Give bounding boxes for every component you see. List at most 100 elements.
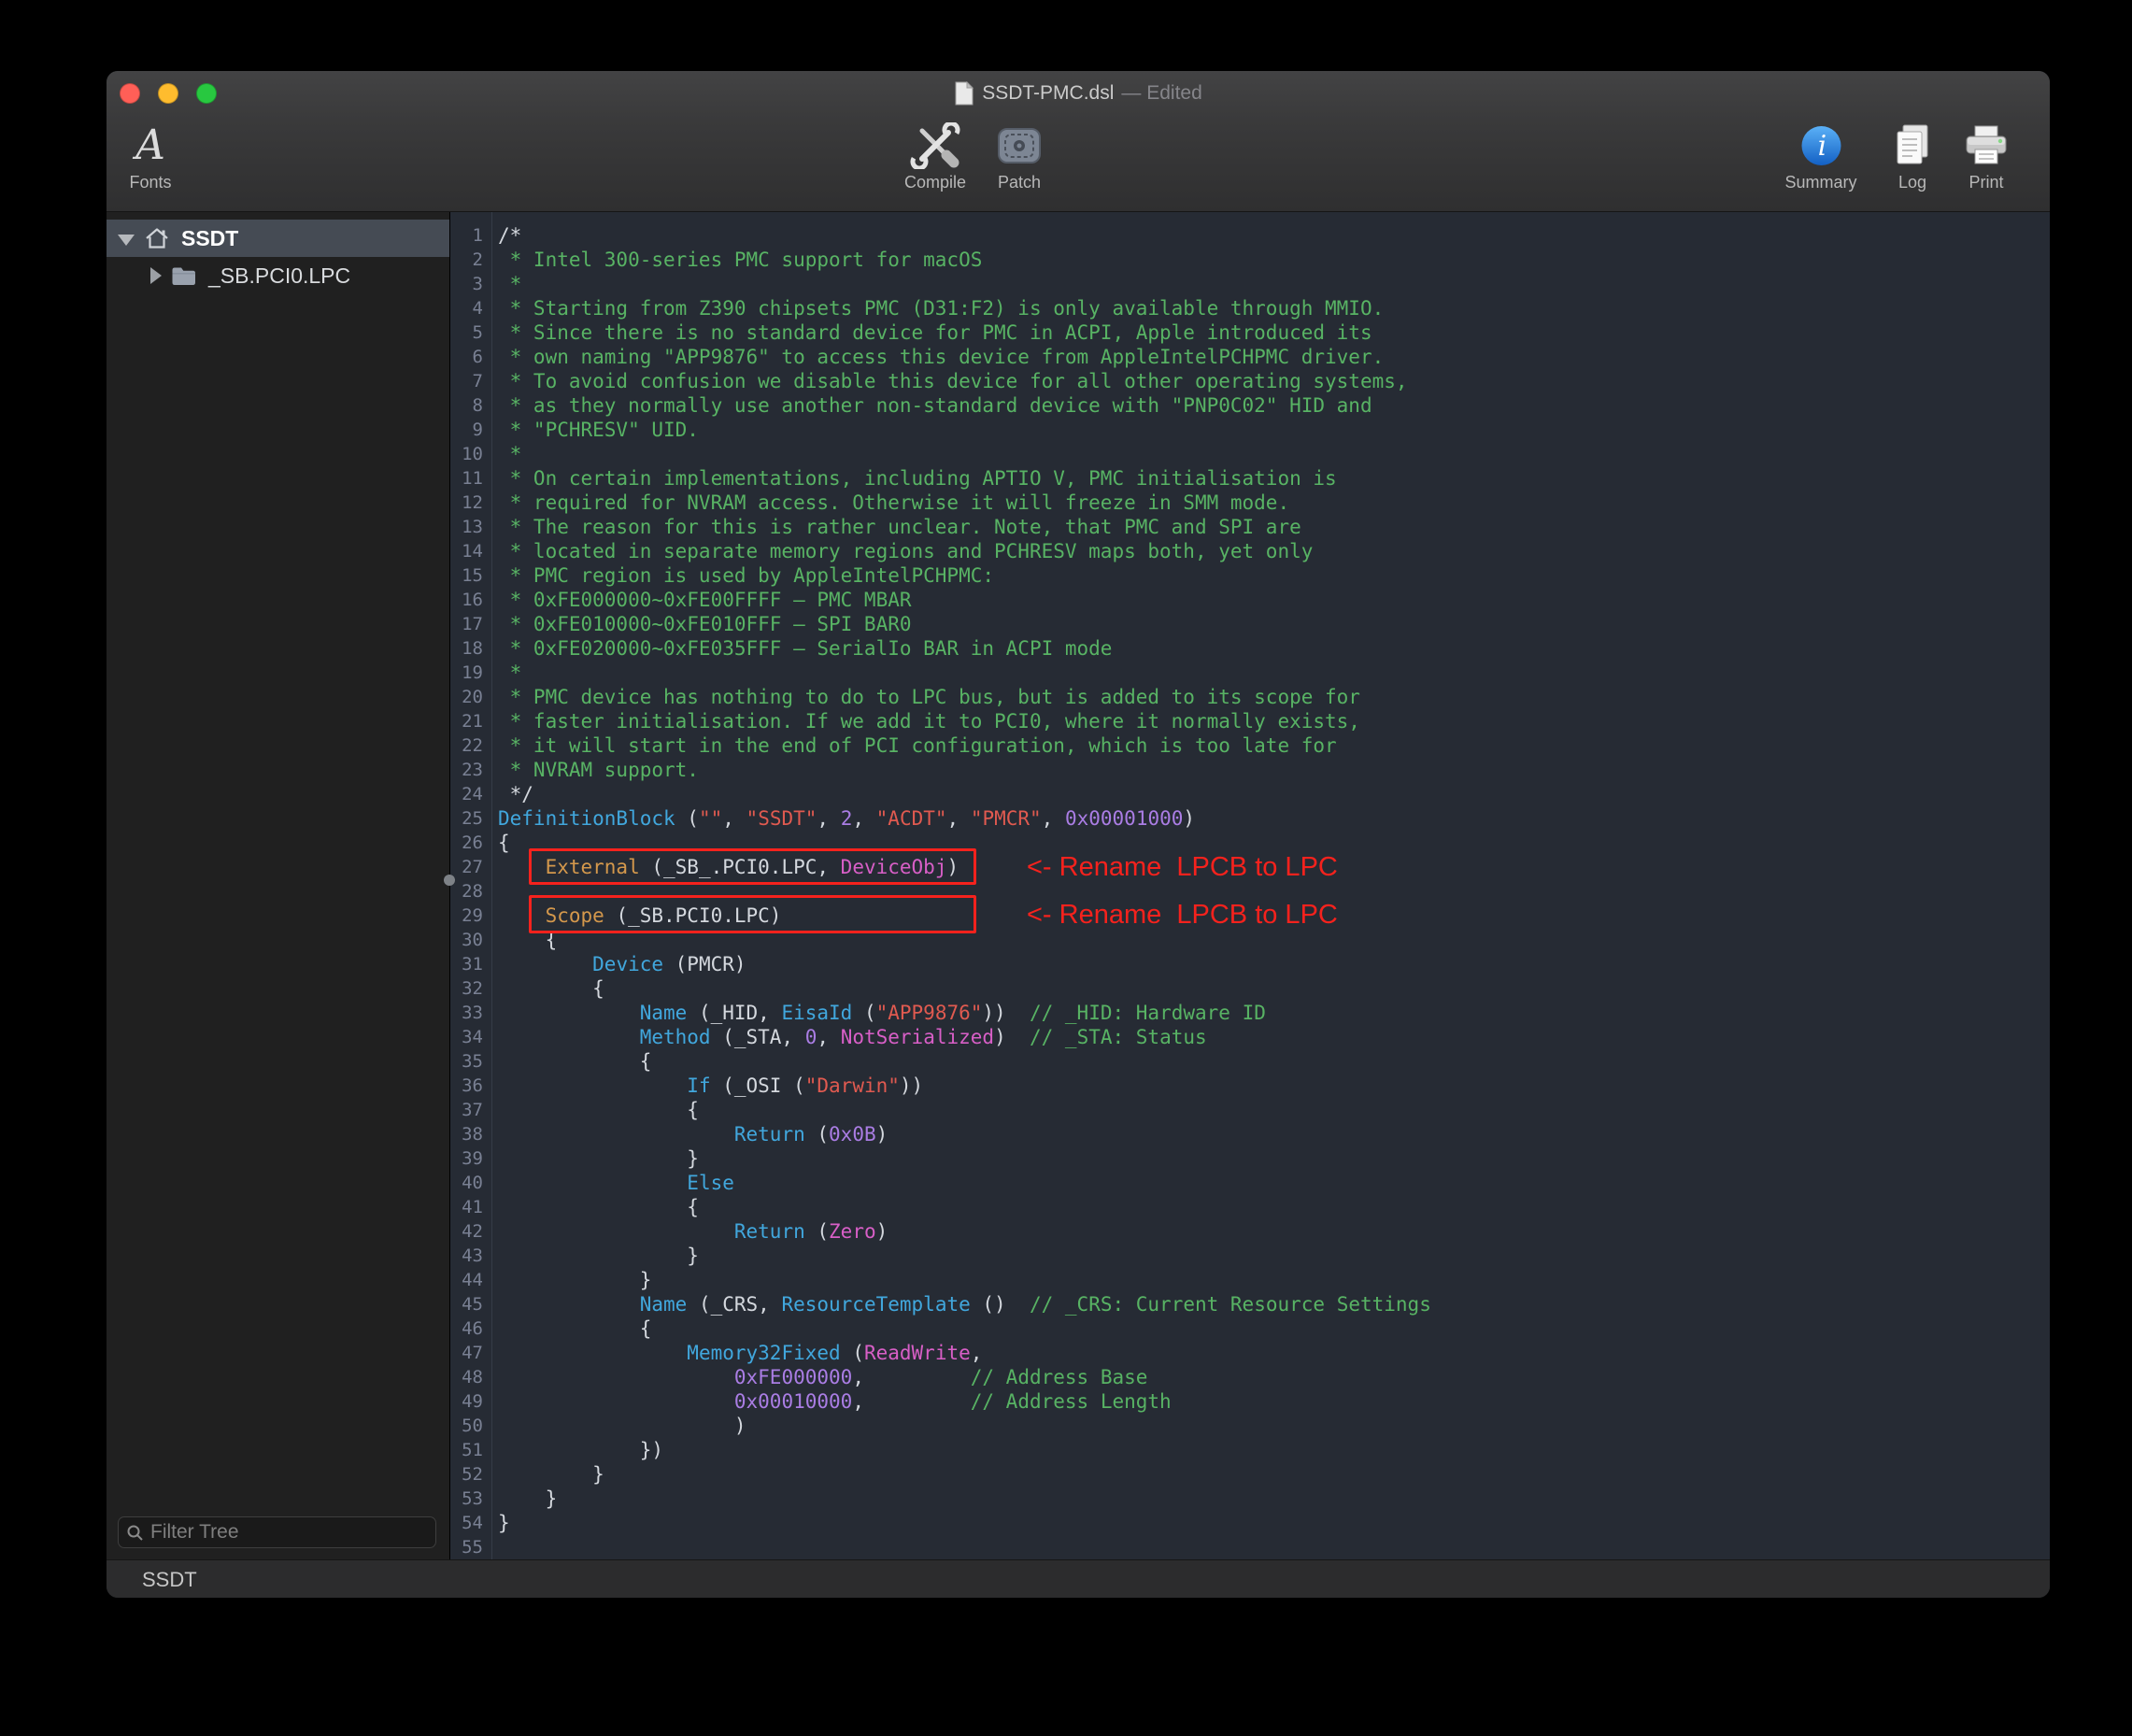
code-text: {: [491, 1098, 699, 1122]
sidebar-tree: SSDT_SB.PCI0.LPC: [107, 212, 449, 294]
fonts-icon: A: [135, 120, 165, 172]
zoom-button[interactable]: [196, 83, 217, 104]
code-text: * as they normally use another non-stand…: [491, 393, 1372, 418]
toolbar-button-summary[interactable]: i Summary: [1784, 120, 1856, 192]
code-text: Else: [491, 1171, 734, 1195]
line-number: 37: [450, 1098, 491, 1122]
code-line-22: 22 * it will start in the end of PCI con…: [450, 733, 2050, 758]
line-number: 18: [450, 636, 491, 661]
code-line-1: 1/*: [450, 223, 2050, 248]
toolbar-button-print[interactable]: Print: [1963, 120, 2010, 192]
code-line-41: 41 {: [450, 1195, 2050, 1219]
line-number: 4: [450, 296, 491, 320]
line-number: 47: [450, 1341, 491, 1365]
status-bar: SSDT: [107, 1559, 2050, 1598]
line-number: 36: [450, 1074, 491, 1098]
code-line-33: 33 Name (_HID, EisaId ("APP9876")) // _H…: [450, 1001, 2050, 1025]
filter-tree-input[interactable]: [118, 1516, 436, 1548]
code-line-35: 35 {: [450, 1049, 2050, 1074]
code-text: Name (_HID, EisaId ("APP9876")) // _HID:…: [491, 1001, 1266, 1025]
code-text: * 0xFE010000~0xFE010FFF — SPI BAR0: [491, 612, 912, 636]
code-text: Scope (_SB.PCI0.LPC): [491, 904, 781, 928]
code-text: * 0xFE000000~0xFE00FFFF — PMC MBAR: [491, 588, 912, 612]
code-text: * Starting from Z390 chipsets PMC (D31:F…: [491, 296, 1384, 320]
code-line-28: 28: [450, 879, 2050, 904]
line-number: 27: [450, 855, 491, 879]
code-line-43: 43 }: [450, 1244, 2050, 1268]
code-line-39: 39 }: [450, 1146, 2050, 1171]
code-line-16: 16 * 0xFE000000~0xFE00FFFF — PMC MBAR: [450, 588, 2050, 612]
sidebar-item--sb-pci0-lpc[interactable]: _SB.PCI0.LPC: [107, 257, 449, 294]
code-line-10: 10 *: [450, 442, 2050, 466]
toolbar-button-patch[interactable]: Patch: [997, 120, 1042, 192]
code-line-40: 40 Else: [450, 1171, 2050, 1195]
disclosure-expanded-icon[interactable]: [118, 235, 135, 246]
code-line-6: 6 * own naming "APP9876" to access this …: [450, 345, 2050, 369]
disclosure-collapsed-icon[interactable]: [150, 267, 162, 284]
line-number: 44: [450, 1268, 491, 1292]
code-line-47: 47 Memory32Fixed (ReadWrite,: [450, 1341, 2050, 1365]
code-line-19: 19 *: [450, 661, 2050, 685]
code-text: * Intel 300-series PMC support for macOS: [491, 248, 982, 272]
code-line-15: 15 * PMC region is used by AppleIntelPCH…: [450, 563, 2050, 588]
code-text: Return (0x0B): [491, 1122, 888, 1146]
line-number: 52: [450, 1462, 491, 1487]
toolbar-button-fonts[interactable]: A Fonts: [129, 120, 171, 192]
code-line-54: 54}: [450, 1511, 2050, 1535]
filter-tree-field: [118, 1516, 436, 1548]
code-text: Method (_STA, 0, NotSerialized) // _STA:…: [491, 1025, 1207, 1049]
code-text: * Since there is no standard device for …: [491, 320, 1372, 345]
code-text: ): [491, 1414, 746, 1438]
line-number: 45: [450, 1292, 491, 1316]
code-text: * PMC region is used by AppleIntelPCHPMC…: [491, 563, 994, 588]
code-line-27: 27 External (_SB_.PCI0.LPC, DeviceObj): [450, 855, 2050, 879]
code-line-11: 11 * On certain implementations, includi…: [450, 466, 2050, 491]
code-editor[interactable]: 1/*2 * Intel 300-series PMC support for …: [450, 212, 2050, 1559]
code-line-36: 36 If (_OSI ("Darwin")): [450, 1074, 2050, 1098]
minimize-button[interactable]: [158, 83, 178, 104]
code-text: {: [491, 928, 557, 952]
toolbar-label-summary: Summary: [1784, 173, 1856, 192]
line-number: 49: [450, 1389, 491, 1414]
splitter-handle[interactable]: [444, 875, 455, 886]
line-number: 7: [450, 369, 491, 393]
line-number: 24: [450, 782, 491, 806]
code-text: *: [491, 442, 521, 466]
toolbar-button-log[interactable]: Log: [1892, 120, 1933, 192]
code-line-17: 17 * 0xFE010000~0xFE010FFF — SPI BAR0: [450, 612, 2050, 636]
line-number: 21: [450, 709, 491, 733]
code-text: Name (_CRS, ResourceTemplate () // _CRS:…: [491, 1292, 1431, 1316]
toolbar-button-compile[interactable]: Compile: [904, 120, 966, 192]
line-number: 22: [450, 733, 491, 758]
line-number: 53: [450, 1487, 491, 1511]
line-number: 3: [450, 272, 491, 296]
code-line-32: 32 {: [450, 976, 2050, 1001]
window-title: SSDT-PMC.dsl — Edited: [954, 81, 1202, 106]
close-button[interactable]: [120, 83, 140, 104]
code-text: * 0xFE020000~0xFE035FFF — SerialIo BAR i…: [491, 636, 1112, 661]
code-text: }): [491, 1438, 663, 1462]
code-text: * own naming "APP9876" to access this de…: [491, 345, 1384, 369]
search-icon: [126, 1524, 144, 1542]
toolbar-label-print: Print: [1969, 173, 2003, 192]
code-text: *: [491, 272, 521, 296]
line-number: 43: [450, 1244, 491, 1268]
sidebar-item-ssdt[interactable]: SSDT: [107, 220, 449, 257]
code-line-50: 50 ): [450, 1414, 2050, 1438]
code-text: *: [491, 661, 521, 685]
toolbar-label-compile: Compile: [904, 173, 966, 192]
line-number: 26: [450, 831, 491, 855]
code-text: * PMC device has nothing to do to LPC bu…: [491, 685, 1360, 709]
svg-text:i: i: [1817, 130, 1826, 163]
code-line-18: 18 * 0xFE020000~0xFE035FFF — SerialIo BA…: [450, 636, 2050, 661]
code-line-38: 38 Return (0x0B): [450, 1122, 2050, 1146]
line-number: 16: [450, 588, 491, 612]
sidebar: SSDT_SB.PCI0.LPC: [107, 212, 450, 1559]
code-text: }: [491, 1146, 699, 1171]
desktop-background: { "window": { "title": "SSDT-PMC.dsl", "…: [0, 0, 2132, 1736]
code-text: Return (Zero): [491, 1219, 888, 1244]
line-number: 35: [450, 1049, 491, 1074]
status-text: SSDT: [142, 1568, 197, 1592]
compile-icon: [910, 120, 960, 172]
code-line-29: 29 Scope (_SB.PCI0.LPC): [450, 904, 2050, 928]
